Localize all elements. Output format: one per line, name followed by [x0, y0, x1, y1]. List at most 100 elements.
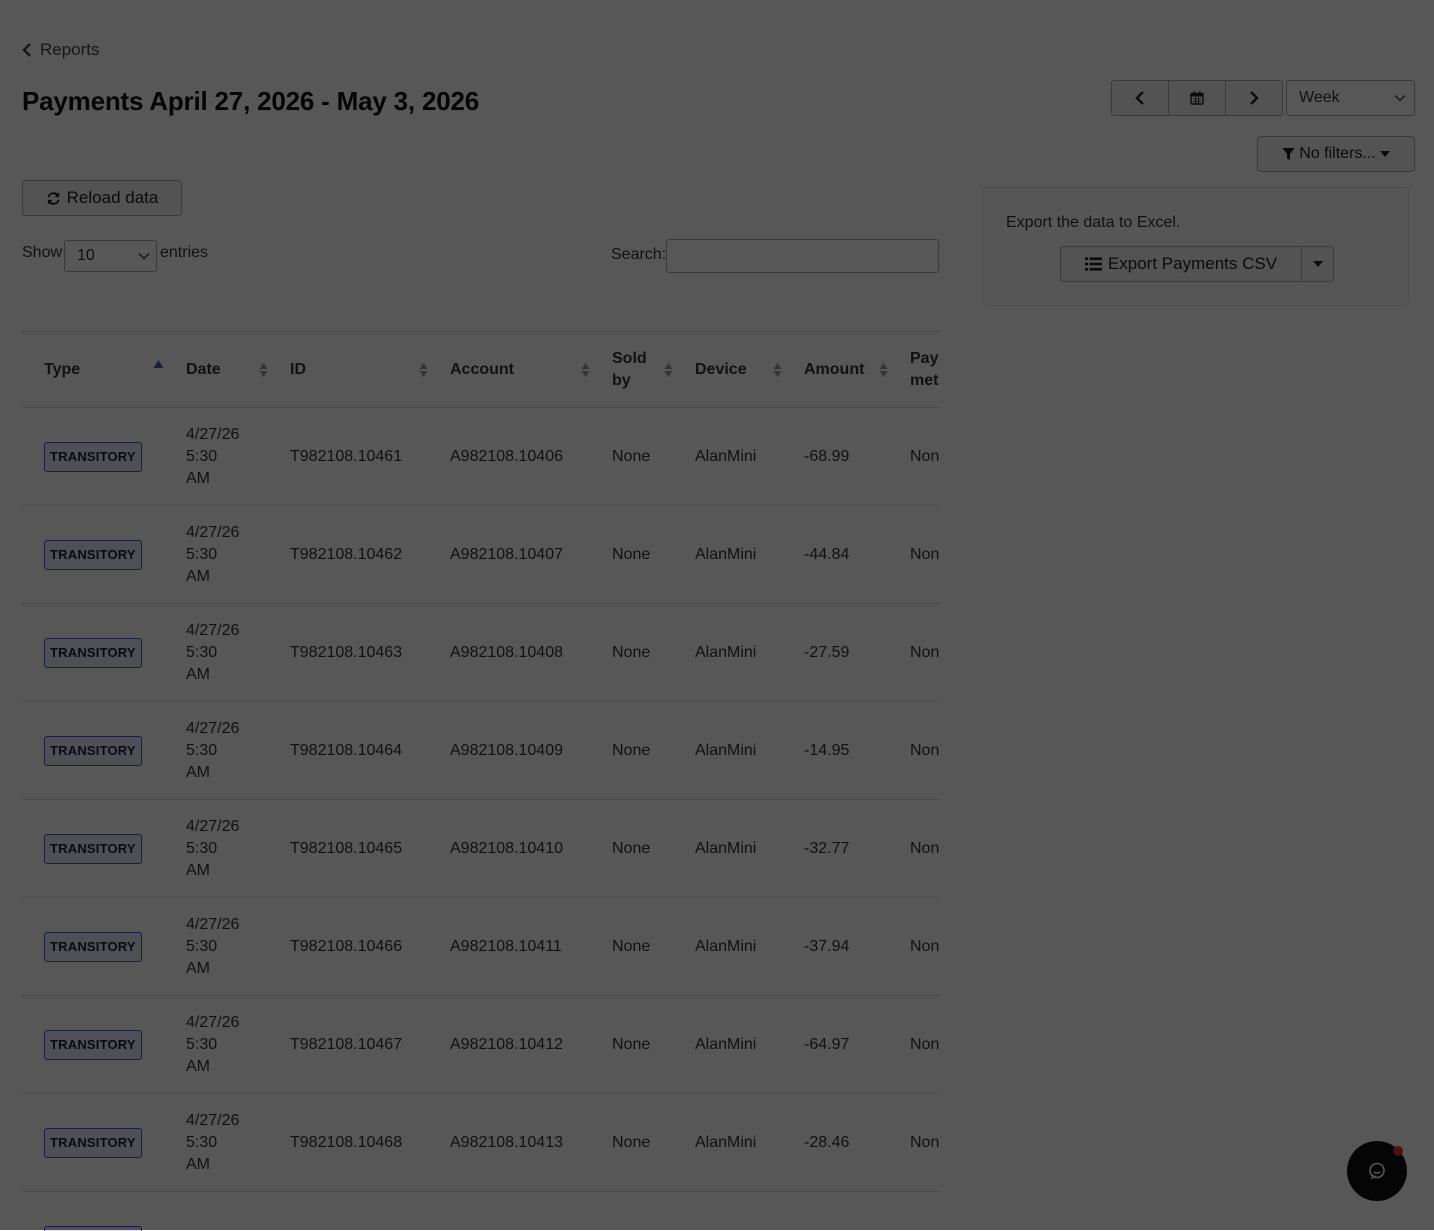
cell-device: AlanMini [683, 996, 792, 1094]
cell-type: TRANSITORY [32, 408, 174, 506]
table-row[interactable]: TRANSITORY4/27/26 [22, 1192, 939, 1231]
column-header-label: Device [695, 361, 747, 378]
payments-table: Type Date ID Account [22, 332, 939, 1231]
chevron-down-icon [1394, 94, 1406, 102]
cell-sold-by: None [600, 800, 683, 898]
cell-device: AlanMini [683, 604, 792, 702]
sort-both-icon [879, 362, 888, 378]
list-icon [1085, 257, 1102, 271]
date-line: 4/27/26 [186, 1110, 272, 1132]
chevron-down-icon [138, 252, 150, 260]
date-line: 5:30 [186, 544, 272, 566]
cell-amount: -37.94 [792, 898, 898, 996]
sort-ascending-icon [153, 360, 164, 369]
cell-date: 4/27/26 [174, 1192, 278, 1231]
cell-device: AlanMini [683, 506, 792, 604]
cell-date: 4/27/265:30AM [174, 898, 278, 996]
column-header-label: Amount [804, 361, 864, 378]
cell-sold-by: None [600, 604, 683, 702]
reload-data-button[interactable]: Reload data [22, 180, 182, 216]
entries-per-page-select[interactable]: 10 [64, 240, 157, 272]
cell-sold-by: None [600, 408, 683, 506]
previous-period-button[interactable] [1112, 81, 1169, 115]
date-line: AM [186, 1056, 272, 1078]
type-badge: TRANSITORY [44, 1030, 142, 1060]
cell-type: TRANSITORY [32, 604, 174, 702]
cell-id: T982108.10463 [278, 604, 438, 702]
cell-id: T982108.10464 [278, 702, 438, 800]
column-header-amount[interactable]: Amount [792, 332, 898, 408]
notification-dot [1393, 1146, 1403, 1156]
column-header-account[interactable]: Account [438, 332, 600, 408]
type-badge: TRANSITORY [44, 638, 142, 668]
export-options-dropdown[interactable] [1302, 247, 1333, 281]
sort-both-icon [419, 362, 428, 378]
cell-device: AlanMini [683, 702, 792, 800]
cell-date: 4/27/265:30AM [174, 996, 278, 1094]
column-header-label: Payment method [910, 348, 939, 392]
column-header-payment-method[interactable]: Payment method [898, 332, 939, 408]
date-line: AM [186, 860, 272, 882]
back-to-reports-link[interactable]: Reports [22, 40, 100, 60]
cell-account: A982108.10409 [438, 702, 600, 800]
date-line: 4/27/26 [186, 522, 272, 544]
sort-both-icon [664, 362, 673, 378]
date-line: AM [186, 958, 272, 980]
table-row[interactable]: TRANSITORY4/27/265:30AMT982108.10462A982… [22, 506, 939, 604]
payments-report-page: Reports Payments April 27, 2026 - May 3,… [0, 0, 1434, 1230]
cell-account: A982108.10407 [438, 506, 600, 604]
cell-id: T982108.10466 [278, 898, 438, 996]
column-header-type[interactable]: Type [32, 332, 174, 408]
next-period-button[interactable] [1226, 81, 1282, 115]
type-badge: TRANSITORY [44, 932, 142, 962]
table-row[interactable]: TRANSITORY4/27/265:30AMT982108.10468A982… [22, 1094, 939, 1192]
column-header-label: Account [450, 361, 514, 378]
table-lead-cell [22, 604, 32, 702]
cell-amount: -64.97 [792, 996, 898, 1094]
export-payments-csv-button[interactable]: Export Payments CSV [1061, 247, 1302, 281]
entries-label: entries [160, 244, 208, 262]
table-row[interactable]: TRANSITORY4/27/265:30AMT982108.10467A982… [22, 996, 939, 1094]
table-row[interactable]: TRANSITORY 4/27/265:30AMT982108.10466A982… [22, 898, 939, 996]
type-badge: TRANSITORY [44, 834, 142, 864]
date-line: 5:30 [186, 446, 272, 468]
cell-account: A982108.10411 [438, 898, 600, 996]
type-badge: TRANSITORY [44, 736, 142, 766]
table-lead-cell [22, 996, 32, 1094]
cell-amount: -28.46 [792, 1094, 898, 1192]
column-header-date[interactable]: Date [174, 332, 278, 408]
chat-launcher-button[interactable] [1347, 1141, 1407, 1201]
cell-date: 4/27/265:30AM [174, 408, 278, 506]
type-badge: TRANSITORY [44, 1128, 142, 1158]
table-lead-cell [22, 408, 32, 506]
table-row[interactable]: TRANSITORY4/27/265:30AMT982108.10463A982… [22, 604, 939, 702]
column-header-device[interactable]: Device [683, 332, 792, 408]
cell-sold-by: None [600, 702, 683, 800]
table-row[interactable]: TRANSITORY4/27/265:30AMT982108.10465A982… [22, 800, 939, 898]
sort-both-icon [581, 362, 590, 378]
export-description: Export the data to Excel. [1006, 214, 1180, 232]
column-header-id[interactable]: ID [278, 332, 438, 408]
cell-type: TRANSITORY [32, 506, 174, 604]
export-button-label: Export Payments CSV [1108, 254, 1277, 274]
cell-id: T982108.10465 [278, 800, 438, 898]
cell-sold-by: None [600, 506, 683, 604]
filters-dropdown-button[interactable]: No filters... [1257, 136, 1415, 172]
search-input[interactable] [666, 239, 939, 273]
cell-type: TRANSITORY [32, 1192, 174, 1231]
cell-amount [792, 1192, 898, 1231]
calendar-button[interactable] [1169, 81, 1226, 115]
date-line: AM [186, 762, 272, 784]
period-select[interactable]: Week [1286, 80, 1415, 116]
table-row[interactable]: TRANSITORY4/27/265:30AMT982108.10464A982… [22, 702, 939, 800]
table-row[interactable]: TRANSITORY4/27/265:30AMT982108.10461A982… [22, 408, 939, 506]
refresh-icon [46, 191, 61, 206]
date-line: 5:30 [186, 1132, 272, 1154]
table-lead-cell [22, 332, 32, 408]
table-lead-cell [22, 898, 32, 996]
filter-icon [1282, 147, 1295, 161]
date-line: 4/27/26 [186, 424, 272, 446]
column-header-sold-by[interactable]: Sold by [600, 332, 683, 408]
date-line: 5:30 [186, 936, 272, 958]
cell-date: 4/27/265:30AM [174, 800, 278, 898]
